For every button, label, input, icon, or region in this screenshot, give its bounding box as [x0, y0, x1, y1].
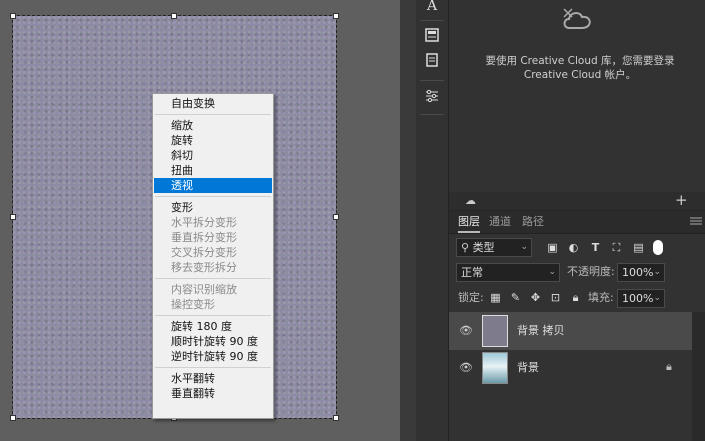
tab-layers[interactable]: 图层 [458, 211, 480, 233]
menu-item[interactable]: 透视 [154, 178, 272, 193]
search-icon: ⚲ [461, 241, 470, 254]
filter-kind-label: 类型 [472, 241, 495, 254]
filter-row: ⚲ 类型 ⌄ ▣ ◐ T ⛶ ▤ [449, 235, 705, 261]
transform-context-menu: 自由变换缩放 旋转 斜切 扭曲 透视变形 水平拆分变形 垂直拆分变形 交叉拆分变形 移去变形拆分… [152, 93, 274, 419]
menu-separator [155, 196, 271, 197]
menu-separator [155, 367, 271, 368]
filter-smart-object-icon[interactable]: ▤ [632, 241, 645, 254]
transform-handle-middle-right[interactable] [333, 214, 339, 220]
panel-icon-strip: A [416, 0, 449, 441]
layer-row-background[interactable]: 👁︎ 背景 🔒︎ [449, 349, 692, 387]
transform-handle-top-left[interactable] [10, 13, 16, 19]
cloud-sync-icon[interactable]: ☁ [465, 194, 476, 207]
menu-item: 移去变形拆分 [171, 261, 237, 274]
menu-item: 操控变形 [171, 298, 215, 311]
menu-item[interactable]: 扭曲 [153, 163, 273, 178]
lock-label: 锁定: [458, 291, 484, 304]
canvas-area[interactable]: 自由变换缩放 旋转 斜切 扭曲 透视变形 水平拆分变形 垂直拆分变形 交叉拆分变形 移去变形拆分… [0, 0, 400, 441]
chevron-down-icon: ⌄ [548, 267, 556, 277]
blend-mode-value: 正常 [461, 266, 483, 279]
creative-cloud-icon [563, 8, 591, 29]
menu-item[interactable]: 水平翻转 [153, 371, 273, 386]
layer-thumbnail [482, 352, 508, 384]
transform-handle-bottom-right[interactable] [333, 415, 339, 421]
transform-handle-middle-left[interactable] [10, 214, 16, 220]
transform-handle-bottom-left[interactable] [10, 415, 16, 421]
separator [420, 114, 444, 115]
layer-name[interactable]: 背景 [517, 349, 539, 387]
panel-menu-icon[interactable] [690, 216, 702, 226]
panel-divider [400, 0, 416, 441]
separator [420, 80, 444, 81]
layers-scrollbar[interactable] [692, 312, 705, 441]
visibility-eye-icon[interactable]: 👁︎ [459, 361, 473, 375]
filter-shape-icon[interactable]: ⛶ [610, 241, 623, 254]
lock-row: 锁定: ▦ ✎ ✥ ⊡ 🔒︎ 填充: 100% ⌄ [449, 287, 705, 313]
filter-adjustment-icon[interactable]: ◐ [567, 241, 580, 254]
filter-toggle-icon[interactable] [653, 240, 663, 255]
tab-paths[interactable]: 路径 [522, 211, 544, 233]
layer-row-background-copy[interactable]: 👁︎ 背景 拷贝 [449, 312, 692, 350]
fill-field[interactable]: 100% ⌄ [617, 289, 665, 308]
fill-value: 100% [622, 292, 654, 305]
lock-all-icon[interactable]: 🔒︎ [569, 291, 582, 304]
right-panel: 要使用 Creative Cloud 库，您需要登录 Creative Clou… [449, 0, 705, 441]
layer-thumbnail [482, 315, 508, 347]
transform-handle-top-right[interactable] [333, 13, 339, 19]
lock-artboard-icon[interactable]: ⊡ [549, 291, 562, 304]
blend-mode-select[interactable]: 正常 ⌄ [456, 263, 560, 282]
menu-item[interactable]: 变形 [153, 200, 273, 215]
blend-row: 正常 ⌄ 不透明度: 100% ⌄ [449, 261, 705, 287]
properties-icon[interactable] [422, 53, 442, 73]
menu-item: 垂直拆分变形 [171, 231, 237, 244]
lock-icon: 🔒︎ [666, 360, 672, 373]
add-icon[interactable]: + [675, 191, 688, 209]
menu-separator [155, 315, 271, 316]
separator [420, 20, 444, 21]
chevron-down-icon: ⌄ [520, 242, 528, 252]
menu-item[interactable]: 自由变换 [153, 96, 273, 111]
character-icon[interactable]: A [422, 0, 442, 16]
cc-login-message: 要使用 Creative Cloud 库，您需要登录 Creative Clou… [485, 55, 675, 81]
chevron-down-icon: ⌄ [653, 293, 661, 303]
filter-type-icon[interactable]: T [589, 241, 602, 254]
tab-channels[interactable]: 通道 [489, 211, 511, 233]
adjustments-icon[interactable] [422, 89, 442, 109]
opacity-value: 100% [622, 266, 654, 279]
menu-item[interactable]: 顺时针旋转 90 度 [153, 334, 273, 349]
chevron-down-icon: ⌄ [653, 267, 661, 277]
menu-item[interactable]: 垂直翻转 [153, 386, 273, 401]
menu-item[interactable]: 旋转 180 度 [153, 319, 273, 334]
filter-kind-select[interactable]: ⚲ 类型 ⌄ [456, 238, 532, 257]
layers-tabs: 图层 通道 路径 [449, 211, 705, 234]
menu-item[interactable]: 缩放 [153, 118, 273, 133]
libraries-footer: ☁ + [449, 191, 705, 211]
menu-item: 水平拆分变形 [171, 216, 237, 229]
visibility-eye-icon[interactable]: 👁︎ [459, 324, 473, 338]
lock-image-icon[interactable]: ✎ [509, 291, 522, 304]
menu-item: 内容识别缩放 [171, 283, 237, 296]
menu-separator [155, 278, 271, 279]
opacity-field[interactable]: 100% ⌄ [617, 263, 665, 282]
lock-transparent-icon[interactable]: ▦ [489, 291, 502, 304]
libraries-icon[interactable] [422, 28, 442, 48]
transform-handle-top-center[interactable] [171, 13, 177, 19]
menu-item: 交叉拆分变形 [171, 246, 237, 259]
lock-position-icon[interactable]: ✥ [529, 291, 542, 304]
fill-label: 填充: [588, 291, 614, 304]
menu-item[interactable]: 逆时针旋转 90 度 [153, 349, 273, 364]
opacity-label: 不透明度: [567, 265, 615, 278]
menu-separator [155, 114, 271, 115]
filter-pixel-icon[interactable]: ▣ [546, 241, 559, 254]
layer-name[interactable]: 背景 拷贝 [517, 312, 565, 350]
menu-item[interactable]: 旋转 [153, 133, 273, 148]
menu-item[interactable]: 斜切 [153, 148, 273, 163]
